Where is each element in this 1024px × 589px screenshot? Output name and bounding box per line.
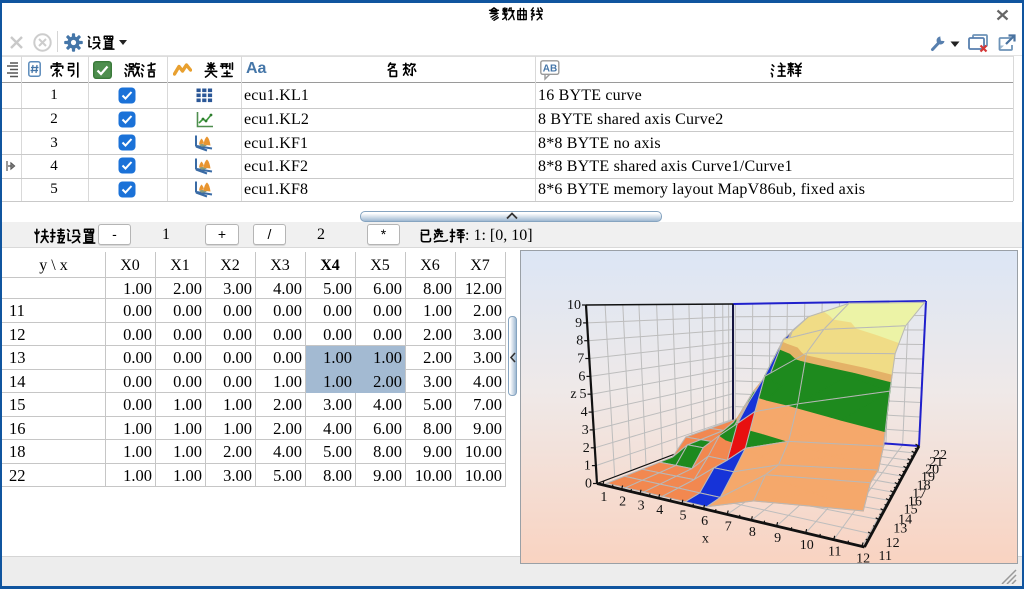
svg-text:11: 11 [879, 549, 892, 563]
svg-text:4: 4 [656, 503, 663, 518]
svg-text:22: 22 [933, 448, 947, 463]
svg-text:z: z [570, 387, 576, 402]
svg-text:9: 9 [575, 316, 582, 331]
svg-text:9: 9 [774, 531, 781, 546]
svg-text:0: 0 [585, 477, 592, 492]
svg-text:7: 7 [577, 352, 584, 367]
svg-text:10: 10 [567, 298, 581, 313]
svg-text:x: x [702, 532, 709, 547]
svg-text:5: 5 [580, 387, 587, 402]
svg-text:12: 12 [856, 551, 870, 563]
svg-text:AB: AB [543, 64, 557, 75]
svg-text:2: 2 [619, 494, 626, 509]
svg-text:5: 5 [680, 509, 687, 524]
svg-text:8: 8 [576, 334, 583, 349]
svg-text:1: 1 [584, 459, 591, 474]
svg-text:12: 12 [886, 536, 900, 551]
svg-text:6: 6 [578, 369, 585, 384]
svg-text:1: 1 [600, 490, 607, 505]
svg-text:4: 4 [581, 405, 588, 420]
svg-text:7: 7 [725, 519, 732, 534]
svg-text:6: 6 [701, 514, 708, 529]
svg-text:2: 2 [583, 441, 590, 456]
svg-text:10: 10 [800, 538, 814, 553]
svg-text:8: 8 [749, 525, 756, 540]
svg-text:3: 3 [582, 423, 589, 438]
svg-text:3: 3 [638, 499, 645, 514]
svg-text:11: 11 [828, 545, 841, 560]
